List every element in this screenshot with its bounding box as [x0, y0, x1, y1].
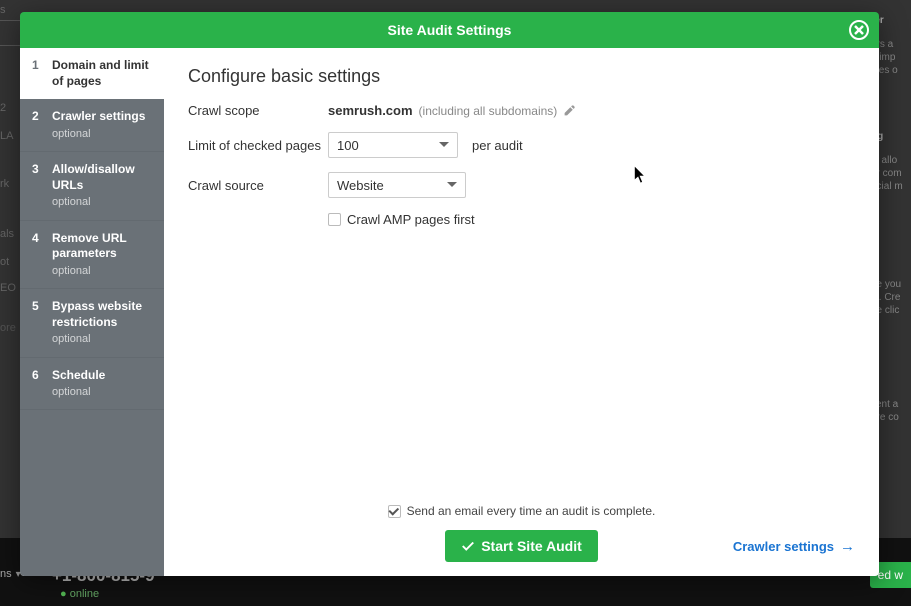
source-select[interactable]: Website	[328, 172, 466, 198]
crawl-scope-subdomains: (including all subdomains)	[419, 104, 558, 118]
bg-left-text: ore	[0, 322, 16, 334]
step-number: 6	[32, 368, 42, 384]
bg-left-text: LA	[0, 130, 13, 142]
panel-heading: Configure basic settings	[188, 66, 855, 87]
close-icon	[854, 25, 864, 35]
bg-left-text: s	[0, 4, 6, 16]
pencil-icon	[563, 104, 576, 117]
sidebar-step-allow-disallow[interactable]: 3 Allow/disallow URLs optional	[20, 152, 164, 220]
settings-sidebar: 1 Domain and limit of pages 2 Crawler se…	[20, 48, 164, 576]
site-audit-settings-modal: Site Audit Settings 1 Domain and limit o…	[20, 12, 879, 576]
bg-online-status: ● online	[60, 588, 99, 600]
crawler-settings-link[interactable]: Crawler settings →	[733, 539, 855, 554]
edit-crawl-scope-button[interactable]	[563, 104, 576, 117]
amp-label: Crawl AMP pages first	[347, 212, 475, 227]
step-optional: optional	[52, 385, 105, 399]
step-title: Crawler settings	[52, 109, 145, 125]
modal-title: Site Audit Settings	[388, 22, 512, 38]
start-site-audit-button[interactable]: Start Site Audit	[445, 530, 598, 562]
limit-row: Limit of checked pages 100 per audit	[188, 132, 855, 158]
per-audit-label: per audit	[472, 138, 523, 153]
step-optional: optional	[52, 127, 145, 141]
step-number: 3	[32, 162, 42, 178]
crawl-scope-label: Crawl scope	[188, 103, 328, 118]
limit-value: 100	[337, 138, 359, 153]
bg-search-box	[0, 20, 22, 46]
sidebar-step-domain-limit[interactable]: 1 Domain and limit of pages	[20, 48, 164, 99]
email-checkbox[interactable]	[388, 505, 401, 518]
amp-checkbox[interactable]	[328, 213, 341, 226]
modal-header: Site Audit Settings	[20, 12, 879, 48]
step-optional: optional	[52, 332, 154, 346]
step-title: Domain and limit of pages	[52, 58, 154, 89]
step-optional: optional	[52, 195, 154, 209]
sidebar-step-schedule[interactable]: 6 Schedule optional	[20, 358, 164, 411]
step-optional: optional	[52, 264, 154, 278]
arrow-right-icon: →	[840, 539, 855, 554]
amp-row: Crawl AMP pages first	[328, 212, 855, 227]
bg-left-text: 2	[0, 102, 6, 114]
crawl-scope-row: Crawl scope semrush.com (including all s…	[188, 103, 855, 118]
bg-left-text: ot	[0, 256, 9, 268]
bg-left-text: als	[0, 228, 14, 240]
step-number: 2	[32, 109, 42, 125]
source-row: Crawl source Website	[188, 172, 855, 198]
step-number: 1	[32, 58, 42, 74]
start-button-label: Start Site Audit	[481, 538, 582, 554]
settings-panel: Configure basic settings Crawl scope sem…	[164, 48, 879, 576]
bg-left-text: EO	[0, 282, 16, 294]
sidebar-step-remove-url[interactable]: 4 Remove URL parameters optional	[20, 221, 164, 289]
step-number: 5	[32, 299, 42, 315]
sidebar-step-crawler[interactable]: 2 Crawler settings optional	[20, 99, 164, 152]
sidebar-step-bypass[interactable]: 5 Bypass website restrictions optional	[20, 289, 164, 357]
checkmark-icon	[461, 539, 475, 553]
step-title: Remove URL parameters	[52, 231, 154, 262]
step-title: Bypass website restrictions	[52, 299, 154, 330]
limit-select[interactable]: 100	[328, 132, 458, 158]
step-title: Schedule	[52, 368, 105, 384]
source-label: Crawl source	[188, 178, 328, 193]
bg-left-text: rk	[0, 178, 9, 190]
close-button[interactable]	[849, 20, 869, 40]
source-value: Website	[337, 178, 384, 193]
email-label: Send an email every time an audit is com…	[407, 504, 656, 518]
step-number: 4	[32, 231, 42, 247]
step-title: Allow/disallow URLs	[52, 162, 154, 193]
limit-label: Limit of checked pages	[188, 138, 328, 153]
crawl-scope-domain: semrush.com	[328, 103, 413, 118]
next-link-label: Crawler settings	[733, 539, 834, 554]
email-notify-row: Send an email every time an audit is com…	[188, 504, 855, 518]
